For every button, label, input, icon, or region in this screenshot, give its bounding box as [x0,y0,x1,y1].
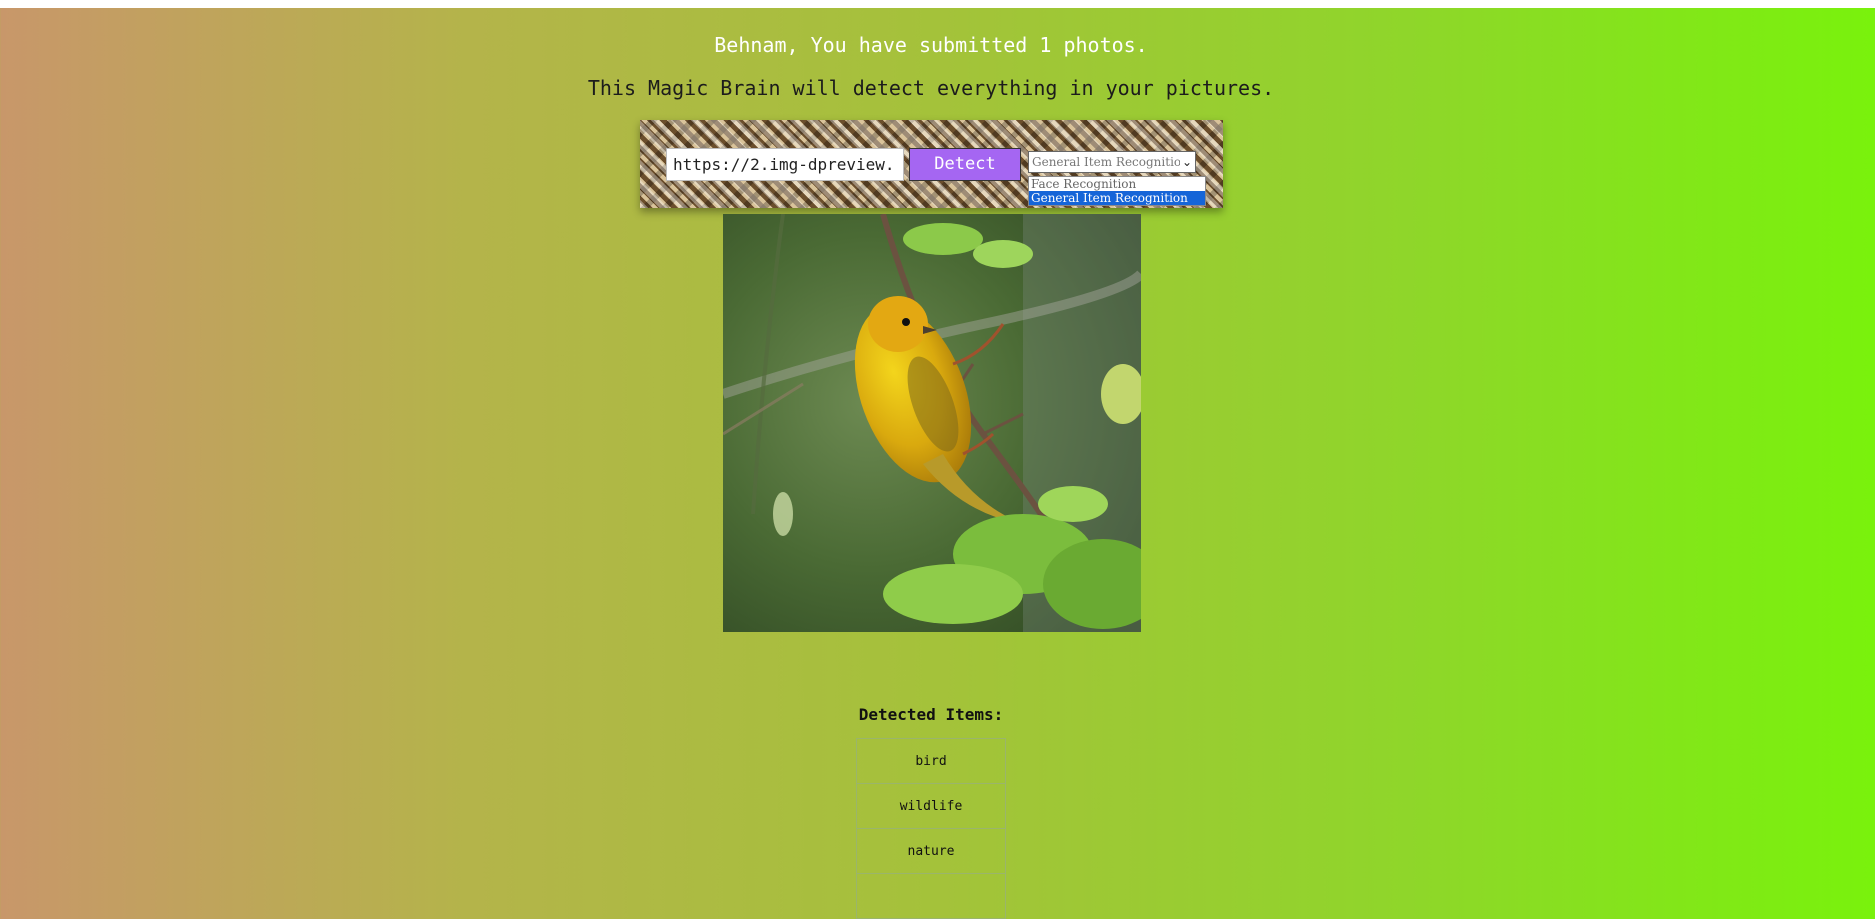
yellow-bird-photo-icon [723,214,1141,632]
table-row: nature [856,828,1006,874]
detected-item: wildlife [856,783,1006,829]
recognition-mode-dropdown: Face Recognition General Item Recognitio… [1028,176,1206,206]
top-bar [0,0,1875,8]
detected-item: nature [856,828,1006,874]
option-general-item-recognition[interactable]: General Item Recognition [1029,191,1205,205]
image-url-value: https://2.img-dpreview. [673,155,895,174]
recognition-mode-select[interactable]: General Item Recognition ⌄ [1028,151,1196,173]
detected-items-title: Detected Items: [858,705,1004,724]
image-url-input[interactable]: https://2.img-dpreview. [666,148,904,181]
detect-button[interactable]: Detect [909,148,1021,181]
option-face-recognition[interactable]: Face Recognition [1029,177,1205,191]
chevron-down-icon: ⌄ [1179,152,1192,172]
recognition-mode-current: General Item Recognition [1032,155,1189,169]
greeting-text: Behnam, You have submitted 1 photos. [714,33,1148,57]
detected-item-partial [856,873,1006,919]
subtitle-text: This Magic Brain will detect everything … [587,76,1275,100]
table-row [856,873,1006,919]
submitted-photo [723,214,1141,632]
table-row: wildlife [856,783,1006,829]
table-row: bird [856,738,1006,784]
detected-item: bird [856,738,1006,784]
detected-items-table: bird wildlife nature [856,738,1006,919]
